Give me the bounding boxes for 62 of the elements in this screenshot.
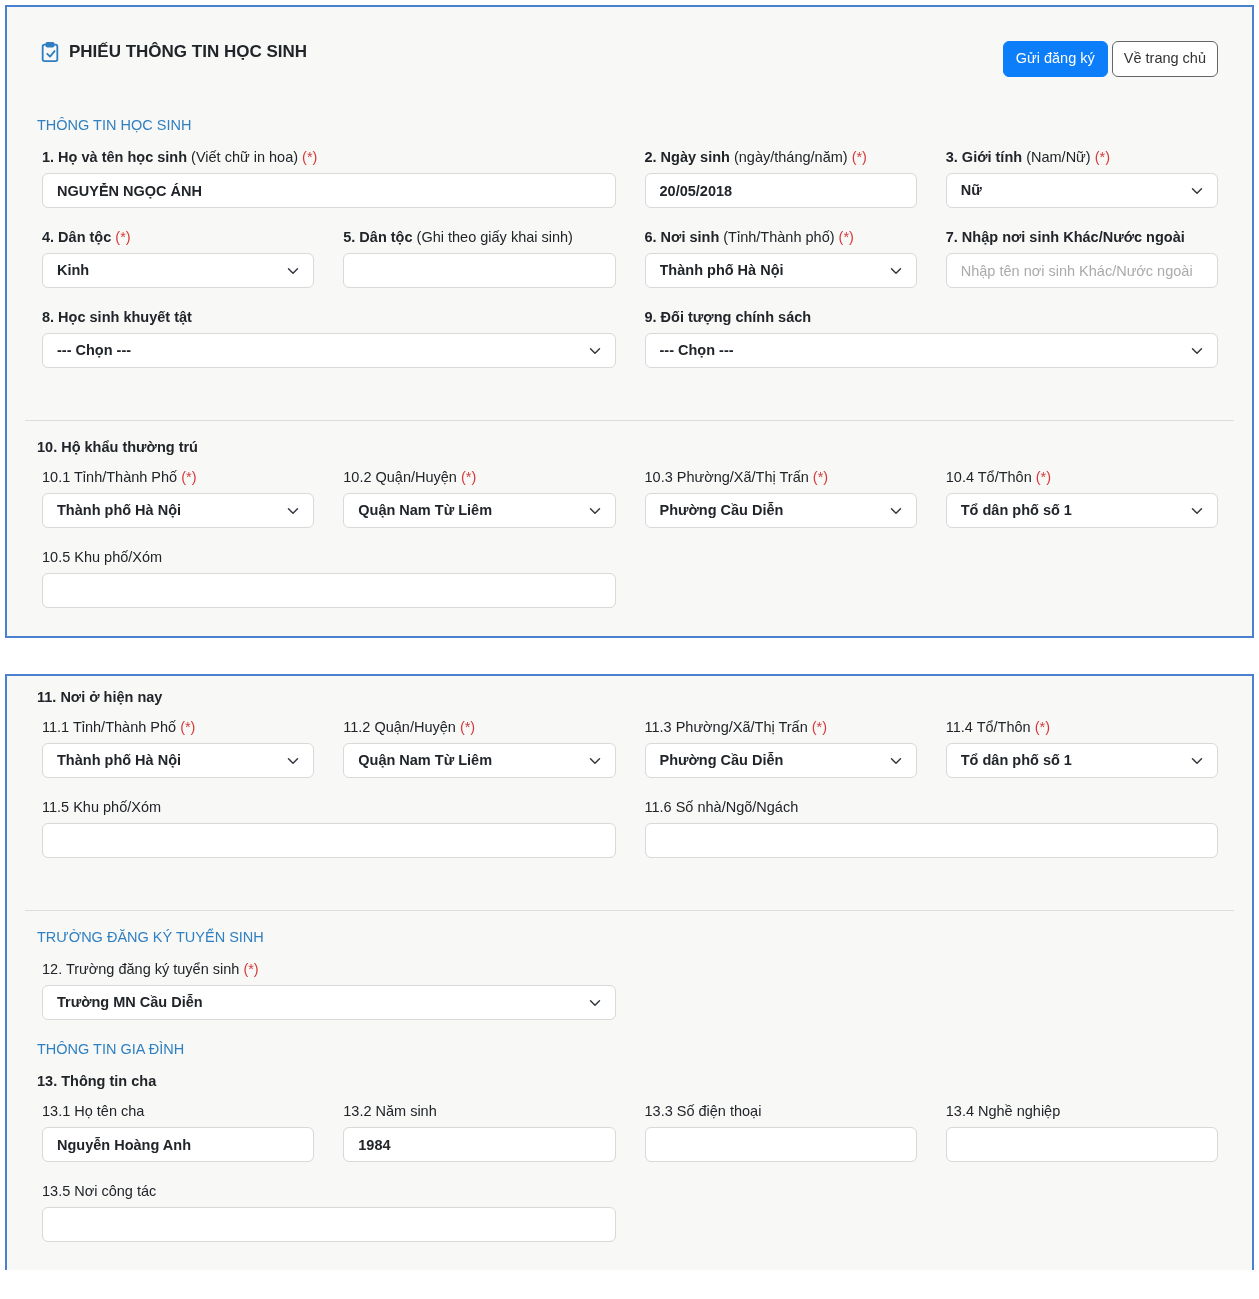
dropdown-field[interactable]: Tổ dân phố số 1 [945, 743, 1218, 778]
text-field[interactable] [343, 253, 616, 288]
field-label: 9. Đối tượng chính sách [644, 308, 813, 327]
text-field[interactable]: Nhập tên nơi sinh Khác/Nước ngoài [945, 253, 1218, 288]
dropdown-field[interactable]: Thành phố Hà Nội [42, 493, 315, 528]
dropdown-field[interactable]: --- Chọn --- [42, 333, 616, 368]
dropdown-field[interactable]: Kinh [42, 253, 315, 288]
field-label: 5. Dân tộc (Ghi theo giấy khai sinh) [343, 228, 574, 247]
field-label: 3. Giới tính (Nam/Nữ) (*) [945, 148, 1111, 167]
text-field[interactable]: Nguyễn Hoàng Anh [42, 1127, 315, 1162]
text-field[interactable] [42, 573, 616, 608]
field-label: 13.4 Nghề nghiệp [945, 1102, 1062, 1121]
group-heading: 10. Hộ khẩu thường trú [36, 438, 199, 457]
text-field[interactable] [644, 1127, 917, 1162]
field-label: 8. Học sinh khuyết tật [42, 308, 193, 327]
field-label: 11.1 Tỉnh/Thành Phố (*) [42, 718, 197, 737]
dropdown-field[interactable]: Phường Cầu Diễn [644, 743, 917, 778]
dropdown-field[interactable]: Tổ dân phố số 1 [945, 493, 1218, 528]
field-label: 11.3 Phường/Xã/Thị Trấn (*) [644, 718, 829, 737]
dropdown-field[interactable]: Quận Nam Từ Liêm [343, 743, 616, 778]
dropdown-field[interactable]: Trường MN Cầu Diễn [42, 985, 616, 1020]
field-label: 6. Nơi sinh (Tỉnh/Thành phố) (*) [644, 228, 855, 247]
text-field[interactable] [42, 823, 616, 858]
form-title: PHIẾU THÔNG TIN HỌC SINH [69, 41, 307, 63]
field-label: 10.2 Quận/Huyện (*) [343, 468, 478, 487]
home-button[interactable]: Về trang chủ [1111, 41, 1218, 77]
section-heading: THÔNG TIN HỌC SINH [36, 116, 193, 135]
group-heading: 13. Thông tin cha [36, 1072, 158, 1091]
field-label: 7. Nhập nơi sinh Khác/Nước ngoài [945, 228, 1186, 247]
text-field[interactable]: NGUYỄN NGỌC ÁNH [42, 173, 616, 208]
field-label: 13.1 Họ tên cha [42, 1102, 146, 1121]
field-label: 11.6 Số nhà/Ngõ/Ngách [644, 798, 800, 817]
text-field[interactable]: 1984 [343, 1127, 616, 1162]
field-label: 13.2 Năm sinh [343, 1102, 438, 1121]
dropdown-field[interactable]: Nữ [945, 173, 1218, 208]
field-label: 2. Ngày sinh (ngày/tháng/năm) (*) [644, 148, 868, 167]
dropdown-field[interactable]: Phường Cầu Diễn [644, 493, 917, 528]
text-field[interactable] [945, 1127, 1218, 1162]
dropdown-field[interactable]: Quận Nam Từ Liêm [343, 493, 616, 528]
dropdown-field[interactable]: Thành phố Hà Nội [42, 743, 315, 778]
field-label: 4. Dân tộc (*) [42, 228, 132, 247]
text-field[interactable]: 20/05/2018 [644, 173, 917, 208]
field-label: 10.3 Phường/Xã/Thị Trấn (*) [644, 468, 830, 487]
section-heading: TRƯỜNG ĐĂNG KÝ TUYỂN SINH [36, 927, 265, 947]
field-label: 1. Họ và tên học sinh (Viết chữ in hoa) (*) [42, 148, 319, 167]
clipboard-check-icon [39, 41, 61, 63]
field-label: 11.2 Quận/Huyện (*) [343, 718, 477, 737]
field-label: 10.4 Tổ/Thôn (*) [945, 468, 1053, 487]
section-heading: THÔNG TIN GIA ĐÌNH [36, 1040, 186, 1059]
submit-button[interactable]: Gửi đăng ký [1002, 41, 1108, 77]
text-field[interactable] [644, 823, 1218, 858]
field-label: 12. Trường đăng ký tuyển sinh (*) [42, 960, 260, 979]
dropdown-field[interactable]: Thành phố Hà Nội [644, 253, 917, 288]
field-label: 10.5 Khu phố/Xóm [42, 548, 164, 567]
field-label: 11.4 Tổ/Thôn (*) [945, 718, 1051, 737]
field-label: 13.5 Nơi công tác [42, 1182, 158, 1201]
dropdown-field[interactable]: --- Chọn --- [644, 333, 1218, 368]
text-field[interactable] [42, 1207, 616, 1242]
field-label: 13.3 Số điện thoại [644, 1102, 763, 1121]
field-label: 10.1 Tỉnh/Thành Phố (*) [42, 468, 198, 487]
group-heading: 11. Nơi ở hiện nay [36, 688, 164, 707]
field-label: 11.5 Khu phố/Xóm [42, 798, 163, 817]
